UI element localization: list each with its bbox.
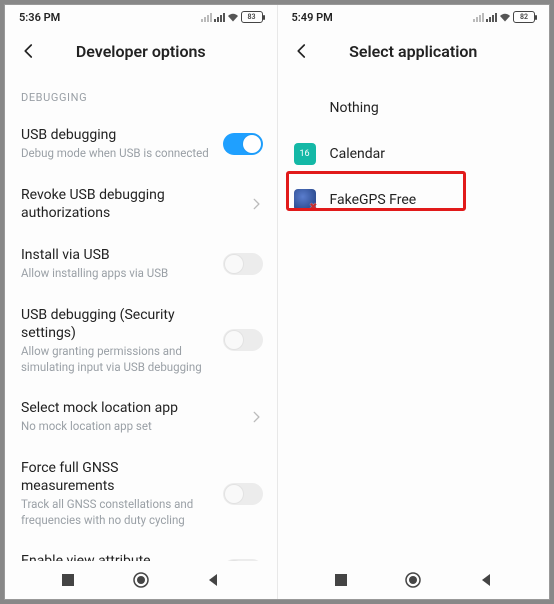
- row-title: Install via USB: [21, 246, 215, 264]
- toggle-install-via-usb[interactable]: [223, 253, 263, 275]
- chevron-right-icon: [249, 410, 263, 424]
- application-list: Nothing 16 Calendar FakeGPS Free: [278, 73, 550, 561]
- status-icons: 82: [473, 11, 535, 23]
- back-button[interactable]: [17, 39, 41, 63]
- row-view-attr-inspection[interactable]: Enable view attribute inspection: [5, 540, 277, 561]
- page-title: Select application: [314, 42, 538, 61]
- app-row-nothing[interactable]: Nothing: [278, 85, 550, 131]
- signal-icon: [486, 12, 497, 22]
- header: Developer options: [5, 29, 277, 73]
- toggle-usb-security[interactable]: [223, 329, 263, 351]
- row-subtitle: Allow granting permissions and simulatin…: [21, 344, 215, 375]
- row-revoke-auth[interactable]: Revoke USB debugging authorizations: [5, 174, 277, 234]
- fakegps-icon: [294, 189, 316, 211]
- settings-list: DEBUGGING USB debugging Debug mode when …: [5, 73, 277, 561]
- wifi-icon: [227, 13, 239, 22]
- battery-icon: 82: [513, 11, 535, 23]
- app-row-fakegps[interactable]: FakeGPS Free: [278, 177, 550, 223]
- recents-icon[interactable]: [334, 573, 348, 587]
- toggle-usb-debugging[interactable]: [223, 133, 263, 155]
- row-subtitle: Track all GNSS constellations and freque…: [21, 497, 215, 528]
- wifi-icon: [499, 13, 511, 22]
- nav-bar: [278, 561, 550, 599]
- app-name: FakeGPS Free: [330, 192, 417, 208]
- back-icon[interactable]: [479, 573, 493, 587]
- app-name: Nothing: [330, 100, 379, 116]
- app-row-calendar[interactable]: 16 Calendar: [278, 131, 550, 177]
- row-subtitle: Allow installing apps via USB: [21, 266, 215, 282]
- page-title: Developer options: [41, 42, 265, 61]
- row-force-gnss[interactable]: Force full GNSS measurements Track all G…: [5, 447, 277, 540]
- row-select-mock-location[interactable]: Select mock location app No mock locatio…: [5, 387, 277, 447]
- chevron-left-icon: [293, 42, 311, 60]
- row-subtitle: No mock location app set: [21, 419, 231, 435]
- battery-icon: 83: [241, 11, 263, 23]
- status-icons: 83: [201, 11, 263, 23]
- calendar-icon: 16: [294, 143, 316, 165]
- recents-icon[interactable]: [61, 573, 75, 587]
- status-time: 5:36 PM: [19, 11, 60, 24]
- toggle-force-gnss[interactable]: [223, 483, 263, 505]
- home-icon[interactable]: [132, 571, 150, 589]
- row-title: Select mock location app: [21, 399, 241, 417]
- row-install-via-usb[interactable]: Install via USB Allow installing apps vi…: [5, 234, 277, 294]
- phone-select-application: 5:49 PM 82 Select application Nothing 16…: [278, 5, 550, 599]
- row-title: USB debugging: [21, 126, 215, 144]
- row-usb-security[interactable]: USB debugging (Security settings) Allow …: [5, 294, 277, 387]
- row-title: USB debugging (Security settings): [21, 306, 215, 342]
- signal-icon: [473, 12, 484, 22]
- row-title: Revoke USB debugging authorizations: [21, 186, 241, 222]
- header: Select application: [278, 29, 550, 73]
- chevron-left-icon: [20, 42, 38, 60]
- section-label-debugging: DEBUGGING: [5, 79, 277, 114]
- toggle-view-attr[interactable]: [223, 559, 263, 561]
- row-title: Force full GNSS measurements: [21, 459, 215, 495]
- phone-developer-options: 5:36 PM 83 Developer options DEBUGGING U…: [5, 5, 278, 599]
- status-time: 5:49 PM: [292, 11, 333, 24]
- back-icon[interactable]: [206, 573, 220, 587]
- status-bar: 5:49 PM 82: [278, 5, 550, 29]
- row-title: Enable view attribute inspection: [21, 552, 215, 561]
- nav-bar: [5, 561, 277, 599]
- signal-icon: [201, 12, 212, 22]
- home-icon[interactable]: [404, 571, 422, 589]
- row-usb-debugging[interactable]: USB debugging Debug mode when USB is con…: [5, 114, 277, 174]
- row-subtitle: Debug mode when USB is connected: [21, 146, 215, 162]
- status-bar: 5:36 PM 83: [5, 5, 277, 29]
- back-button[interactable]: [290, 39, 314, 63]
- chevron-right-icon: [249, 197, 263, 211]
- empty-icon: [294, 97, 316, 119]
- signal-icon: [214, 12, 225, 22]
- app-name: Calendar: [330, 146, 386, 162]
